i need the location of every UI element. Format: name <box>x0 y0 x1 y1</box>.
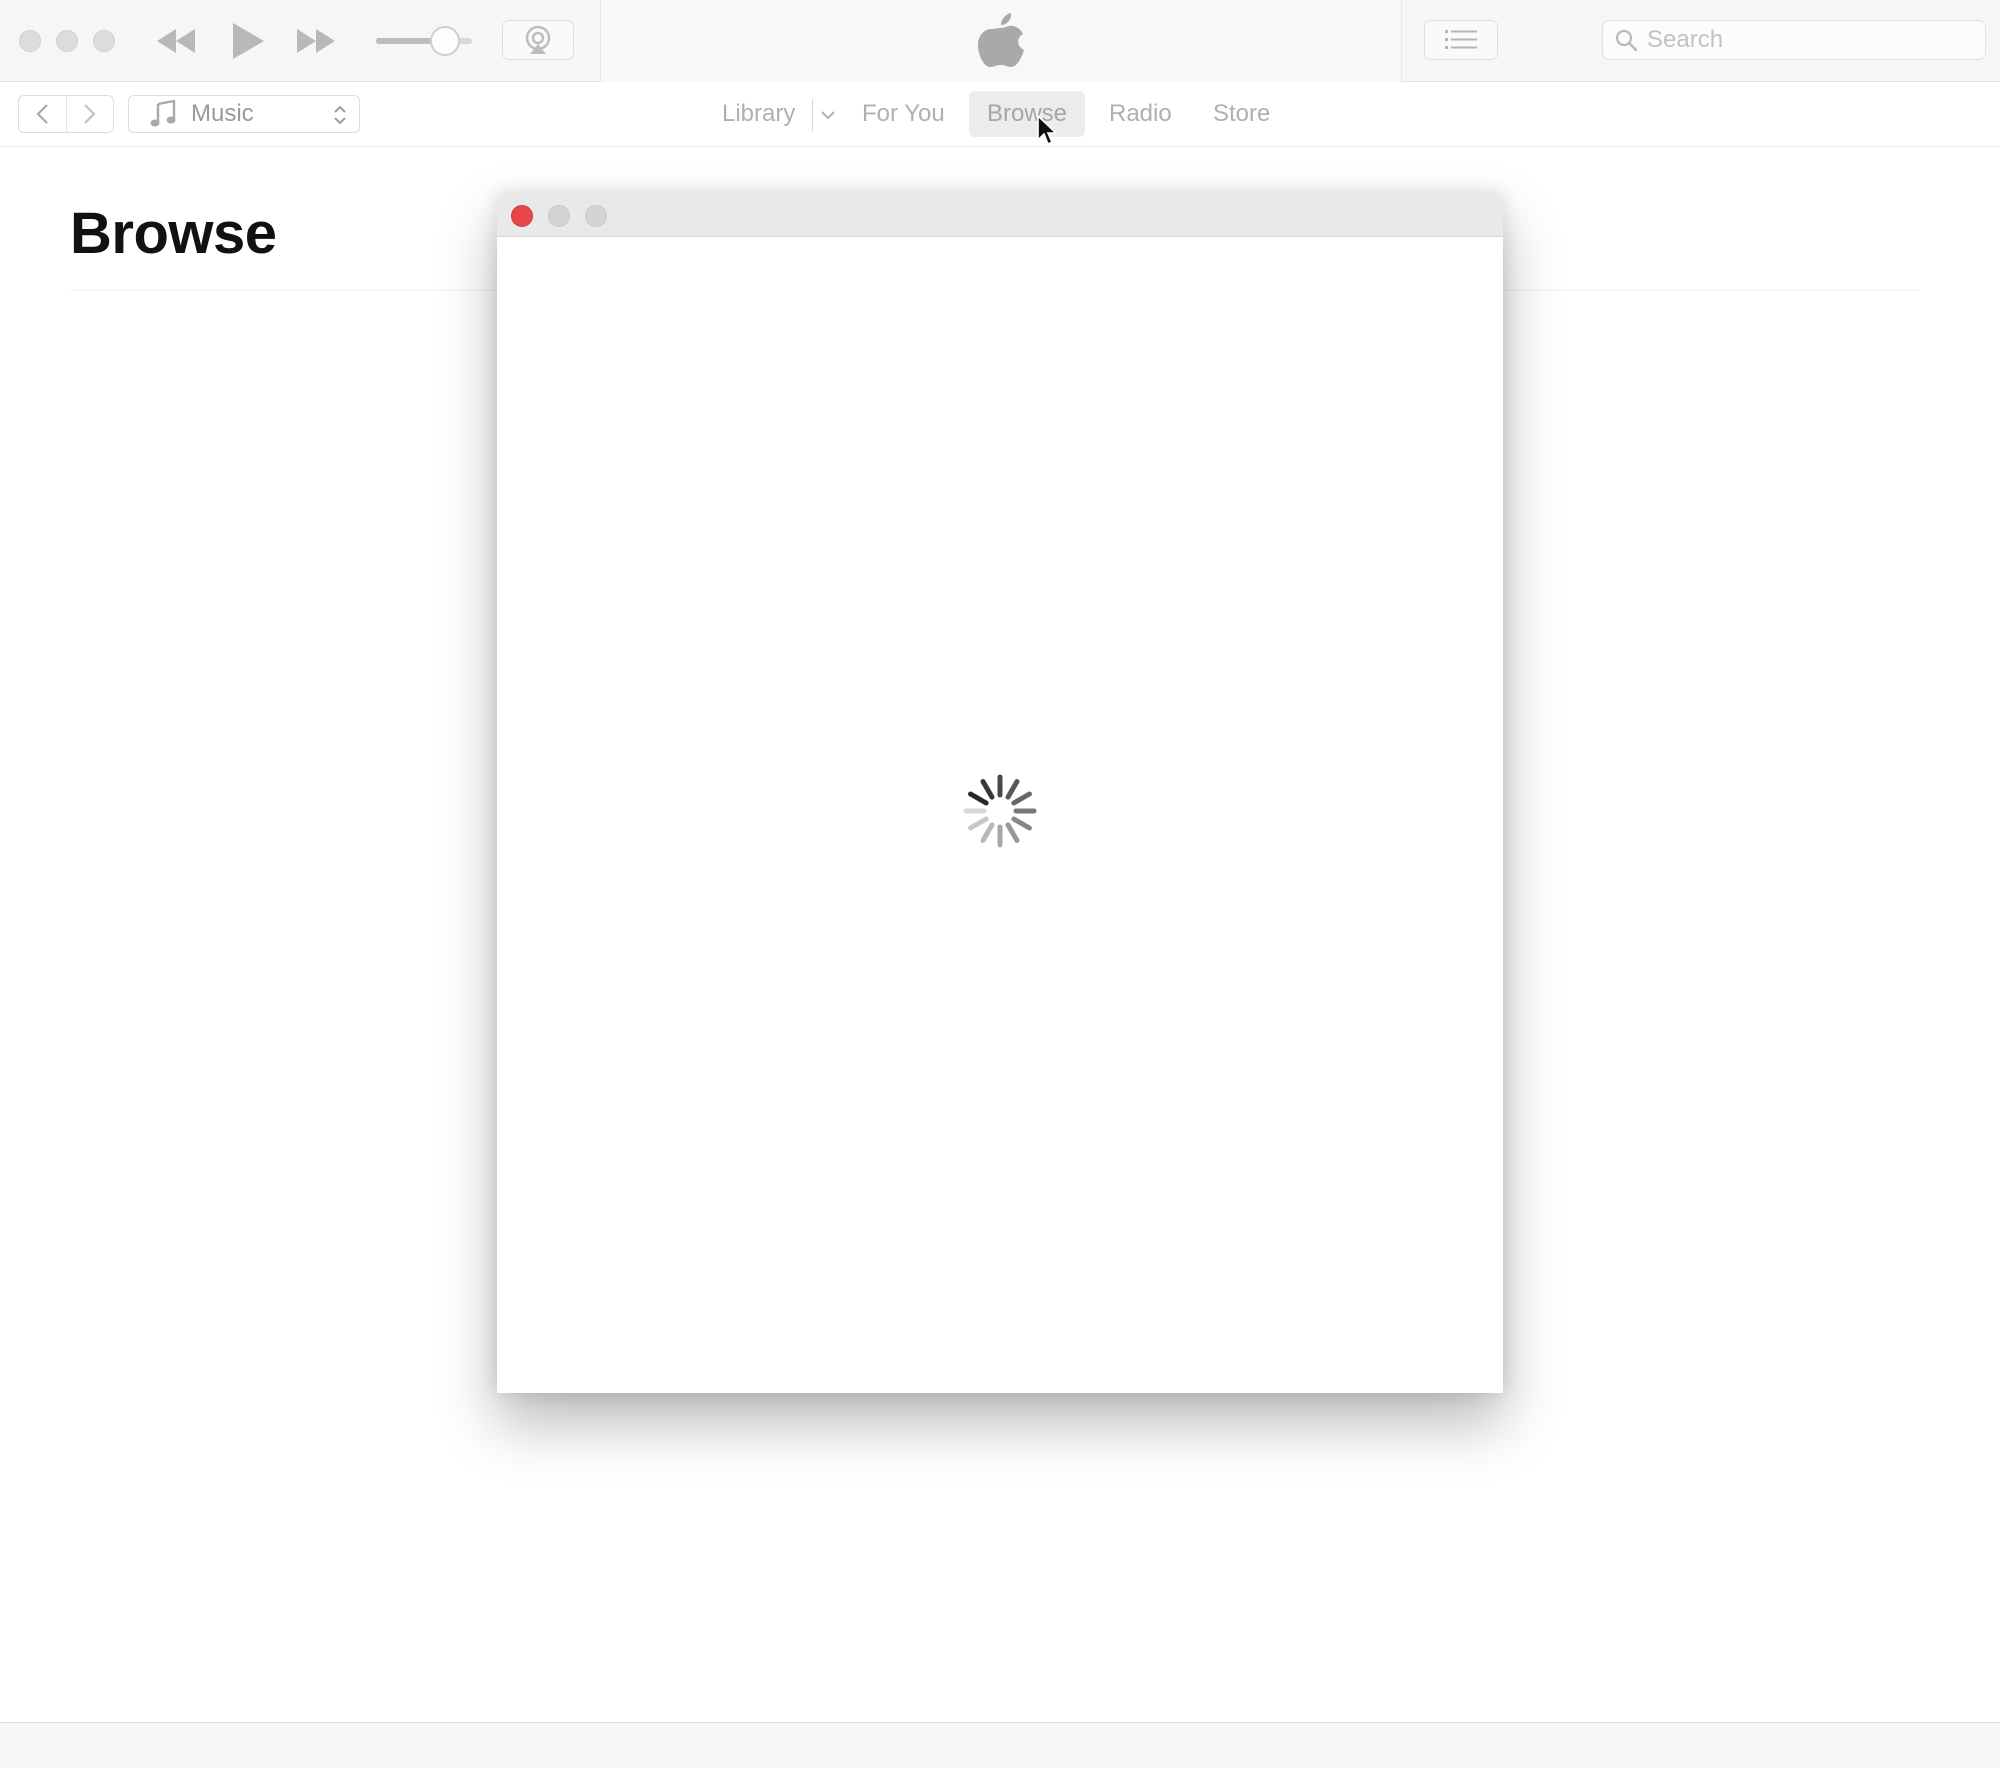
play-button[interactable] <box>224 18 272 64</box>
popup-close-button[interactable] <box>511 205 533 227</box>
page-title: Browse <box>70 201 277 266</box>
rewind-icon <box>157 29 195 53</box>
history-arrows <box>18 95 114 133</box>
back-button[interactable] <box>19 96 66 132</box>
tab-store[interactable]: Store <box>1213 91 1270 137</box>
up-next-button[interactable] <box>1424 20 1498 60</box>
chevron-right-icon <box>84 104 96 124</box>
media-kind-picker[interactable]: Music <box>128 95 360 133</box>
play-icon <box>233 23 264 59</box>
fast-forward-button[interactable] <box>292 18 340 64</box>
popup-title-bar[interactable] <box>497 193 1503 237</box>
window-minimize-button[interactable] <box>56 30 78 52</box>
forward-button[interactable] <box>65 96 113 132</box>
popup-minimize-button <box>548 205 570 227</box>
spinner-spoke <box>1005 779 1020 800</box>
chevron-down-icon <box>821 111 835 120</box>
rewind-button[interactable] <box>152 18 200 64</box>
navigation-bar: Music Library For You Browse Radio Store <box>0 83 2000 147</box>
fast-forward-icon <box>297 29 335 53</box>
search-icon <box>1613 27 1639 53</box>
status-bar <box>0 1722 2000 1768</box>
search-field[interactable] <box>1602 20 1986 60</box>
apple-logo-icon <box>978 13 1024 67</box>
tab-library[interactable]: Library <box>722 91 795 137</box>
spinner-spoke <box>1005 822 1020 843</box>
search-input[interactable] <box>1647 26 1967 54</box>
chevron-left-icon <box>36 104 49 124</box>
spinner-spoke <box>968 791 989 806</box>
tab-radio[interactable]: Radio <box>1109 91 1172 137</box>
library-dropdown-button[interactable] <box>818 101 838 129</box>
airplay-icon <box>525 25 551 54</box>
loading-popup-window <box>497 193 1503 1393</box>
now-playing-display <box>600 0 1402 82</box>
spinner-spoke <box>968 816 989 831</box>
media-kind-label: Music <box>191 100 254 127</box>
window-zoom-button[interactable] <box>93 30 115 52</box>
airplay-button[interactable] <box>502 20 574 60</box>
tab-browse[interactable]: Browse <box>969 91 1086 137</box>
spinner-spoke <box>1011 816 1032 831</box>
spinner-spoke <box>980 822 995 843</box>
popup-zoom-button <box>585 205 607 227</box>
tab-for-you[interactable]: For You <box>862 91 945 137</box>
up-next-list-icon <box>1445 30 1477 49</box>
stepper-chevron-icon <box>334 105 346 125</box>
mouse-cursor-icon <box>1037 114 1058 146</box>
volume-slider-knob[interactable] <box>430 26 461 56</box>
music-note-icon <box>149 100 177 128</box>
spinner-spoke <box>980 779 995 800</box>
loading-spinner-icon <box>963 774 1037 848</box>
title-bar <box>0 0 2000 82</box>
spinner-spoke <box>1011 791 1032 806</box>
tab-divider <box>812 99 813 131</box>
window-close-button[interactable] <box>19 30 41 52</box>
